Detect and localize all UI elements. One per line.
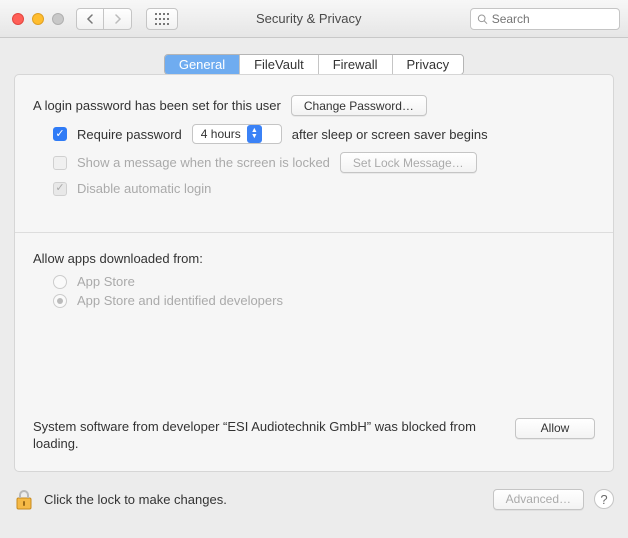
window-controls xyxy=(12,13,64,25)
lock-icon[interactable] xyxy=(14,488,34,510)
back-button[interactable] xyxy=(76,8,104,30)
disable-auto-login-checkbox xyxy=(53,182,67,196)
zoom-icon xyxy=(52,13,64,25)
show-message-checkbox xyxy=(53,156,67,170)
search-input[interactable] xyxy=(492,12,613,26)
titlebar: Security & Privacy xyxy=(0,0,628,38)
close-icon[interactable] xyxy=(12,13,24,25)
divider xyxy=(15,232,613,233)
grid-icon xyxy=(155,13,169,25)
advanced-button: Advanced… xyxy=(493,489,584,510)
require-password-delay-value: 4 hours xyxy=(201,127,241,141)
stepper-icon: ▲▼ xyxy=(247,125,262,143)
tab-general[interactable]: General xyxy=(165,55,240,74)
search-icon xyxy=(477,13,488,25)
radio-app-store xyxy=(53,275,67,289)
set-lock-message-button: Set Lock Message… xyxy=(340,152,477,173)
require-password-delay-select[interactable]: 4 hours ▲▼ xyxy=(192,124,282,144)
window-title: Security & Privacy xyxy=(256,11,361,26)
change-password-button[interactable]: Change Password… xyxy=(291,95,427,116)
chevron-right-icon xyxy=(114,14,122,24)
show-message-label: Show a message when the screen is locked xyxy=(77,155,330,170)
tab-firewall[interactable]: Firewall xyxy=(319,55,393,74)
after-sleep-label: after sleep or screen saver begins xyxy=(292,127,488,142)
content: General FileVault Firewall Privacy A log… xyxy=(0,38,628,482)
chevron-left-icon xyxy=(86,14,94,24)
radio-app-store-dev-label: App Store and identified developers xyxy=(77,293,283,308)
allow-button[interactable]: Allow xyxy=(515,418,595,439)
nav-group xyxy=(76,8,132,30)
tab-bar: General FileVault Firewall Privacy xyxy=(14,54,614,75)
radio-app-store-label: App Store xyxy=(77,274,135,289)
login-password-text: A login password has been set for this u… xyxy=(33,98,281,113)
tab-privacy[interactable]: Privacy xyxy=(393,55,464,74)
general-pane: A login password has been set for this u… xyxy=(14,74,614,472)
help-button[interactable]: ? xyxy=(594,489,614,509)
radio-app-store-dev xyxy=(53,294,67,308)
blocked-software-text: System software from developer “ESI Audi… xyxy=(33,418,499,453)
allow-apps-heading: Allow apps downloaded from: xyxy=(33,251,203,266)
require-password-checkbox[interactable] xyxy=(53,127,67,141)
forward-button[interactable] xyxy=(104,8,132,30)
search-field[interactable] xyxy=(470,8,620,30)
tab-filevault[interactable]: FileVault xyxy=(240,55,319,74)
require-password-label: Require password xyxy=(77,127,182,142)
minimize-icon[interactable] xyxy=(32,13,44,25)
disable-auto-login-label: Disable automatic login xyxy=(77,181,211,196)
footer: Click the lock to make changes. Advanced… xyxy=(0,482,628,520)
show-all-button[interactable] xyxy=(146,8,178,30)
lock-hint-text: Click the lock to make changes. xyxy=(44,492,483,507)
